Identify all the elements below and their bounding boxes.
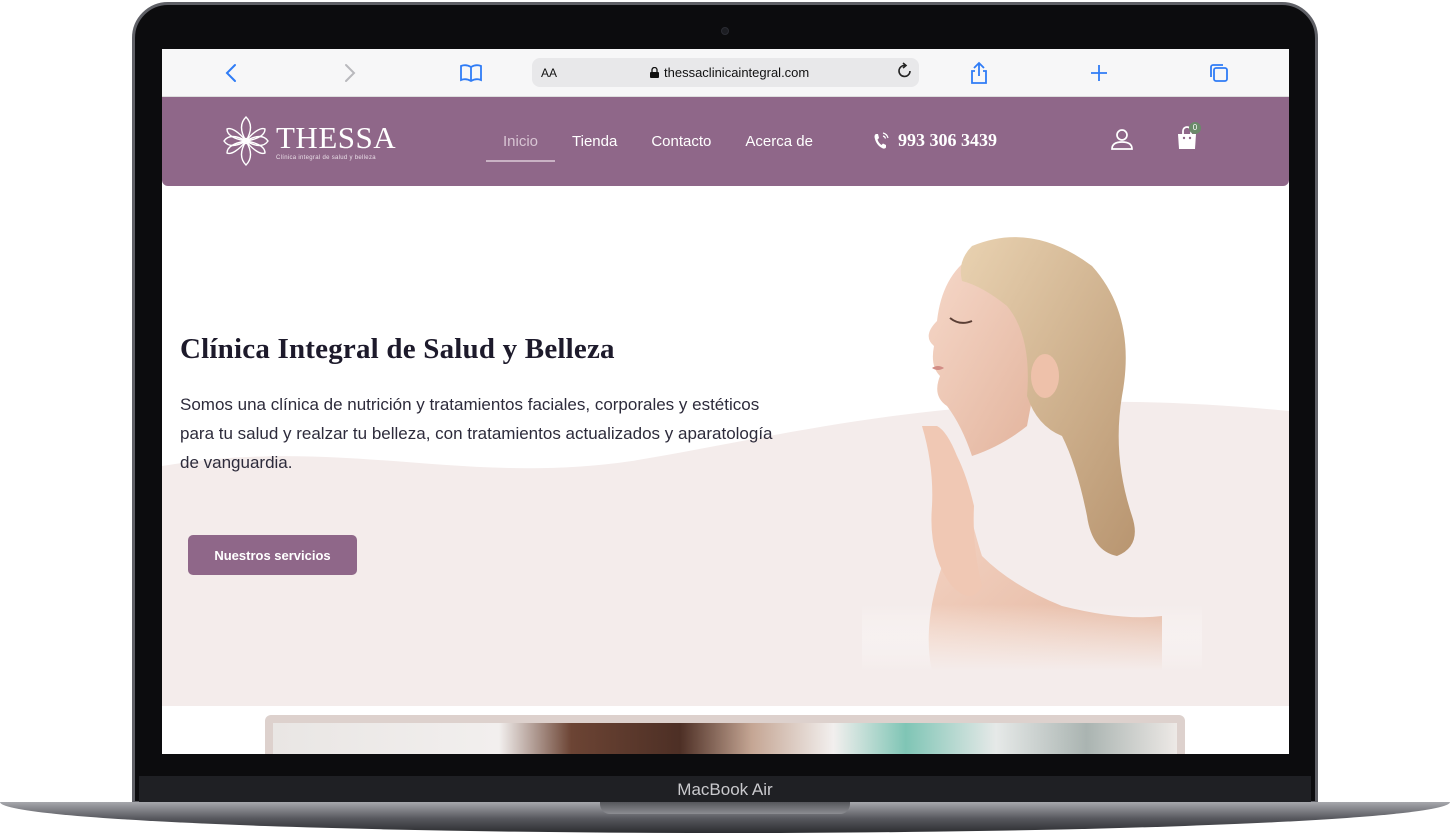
hero-description: Somos una clínica de nutrición y tratami… — [180, 395, 773, 472]
share-icon[interactable] — [967, 61, 991, 85]
url-text: thessaclinicaintegral.com — [664, 65, 810, 80]
lotus-logo-icon — [223, 116, 269, 166]
nav-acerca-de[interactable]: Acerca de — [728, 97, 830, 186]
device-label: MacBook Air — [677, 780, 773, 799]
address-bar[interactable]: AA thessaclinicaintegral.com — [532, 58, 919, 87]
nav-tienda[interactable]: Tienda — [555, 97, 634, 186]
back-icon[interactable] — [219, 61, 243, 85]
logo-tagline: Clínica integral de salud y belleza — [276, 154, 376, 161]
reload-icon[interactable] — [897, 61, 913, 84]
url-display: thessaclinicaintegral.com — [650, 65, 809, 80]
forward-icon[interactable] — [338, 61, 362, 85]
phone-icon — [874, 131, 889, 149]
next-section — [162, 706, 1289, 754]
services-button[interactable]: Nuestros servicios — [188, 535, 357, 575]
camera-icon — [721, 27, 729, 35]
cart-icon[interactable]: 0 — [1176, 122, 1201, 156]
phone-link[interactable]: 993 306 3439 — [872, 130, 997, 151]
lock-icon — [650, 67, 659, 78]
bookmarks-icon[interactable] — [459, 61, 483, 85]
site-header: THESSA Clínica integral de salud y belle… — [162, 97, 1289, 186]
browser-screen: AA thessaclinicaintegral.com THESSA Clín… — [162, 49, 1289, 754]
new-tab-icon[interactable] — [1087, 61, 1111, 85]
thessa-logo[interactable]: THESSA Clínica integral de salud y belle… — [222, 113, 396, 169]
woman-profile-image — [862, 226, 1202, 671]
browser-toolbar: AA thessaclinicaintegral.com — [162, 49, 1289, 97]
hero-section: Clínica Integral de Salud y Belleza Somo… — [162, 186, 1289, 706]
hero-title: Clínica Integral de Salud y Belleza — [180, 333, 615, 365]
main-nav: Inicio Tienda Contacto Acerca de — [486, 97, 830, 186]
laptop-notch — [600, 802, 850, 814]
account-icon[interactable] — [1110, 127, 1134, 156]
next-section-frame — [265, 715, 1185, 754]
tabs-overview-icon[interactable] — [1207, 61, 1231, 85]
treatment-photo — [273, 723, 1177, 754]
nav-contacto[interactable]: Contacto — [634, 97, 728, 186]
reader-aa-button[interactable]: AA — [541, 66, 557, 80]
logo-name: THESSA — [276, 119, 397, 155]
phone-number: 993 306 3439 — [898, 130, 997, 150]
nav-inicio[interactable]: Inicio — [486, 97, 556, 186]
cart-count-badge: 0 — [1189, 122, 1201, 134]
